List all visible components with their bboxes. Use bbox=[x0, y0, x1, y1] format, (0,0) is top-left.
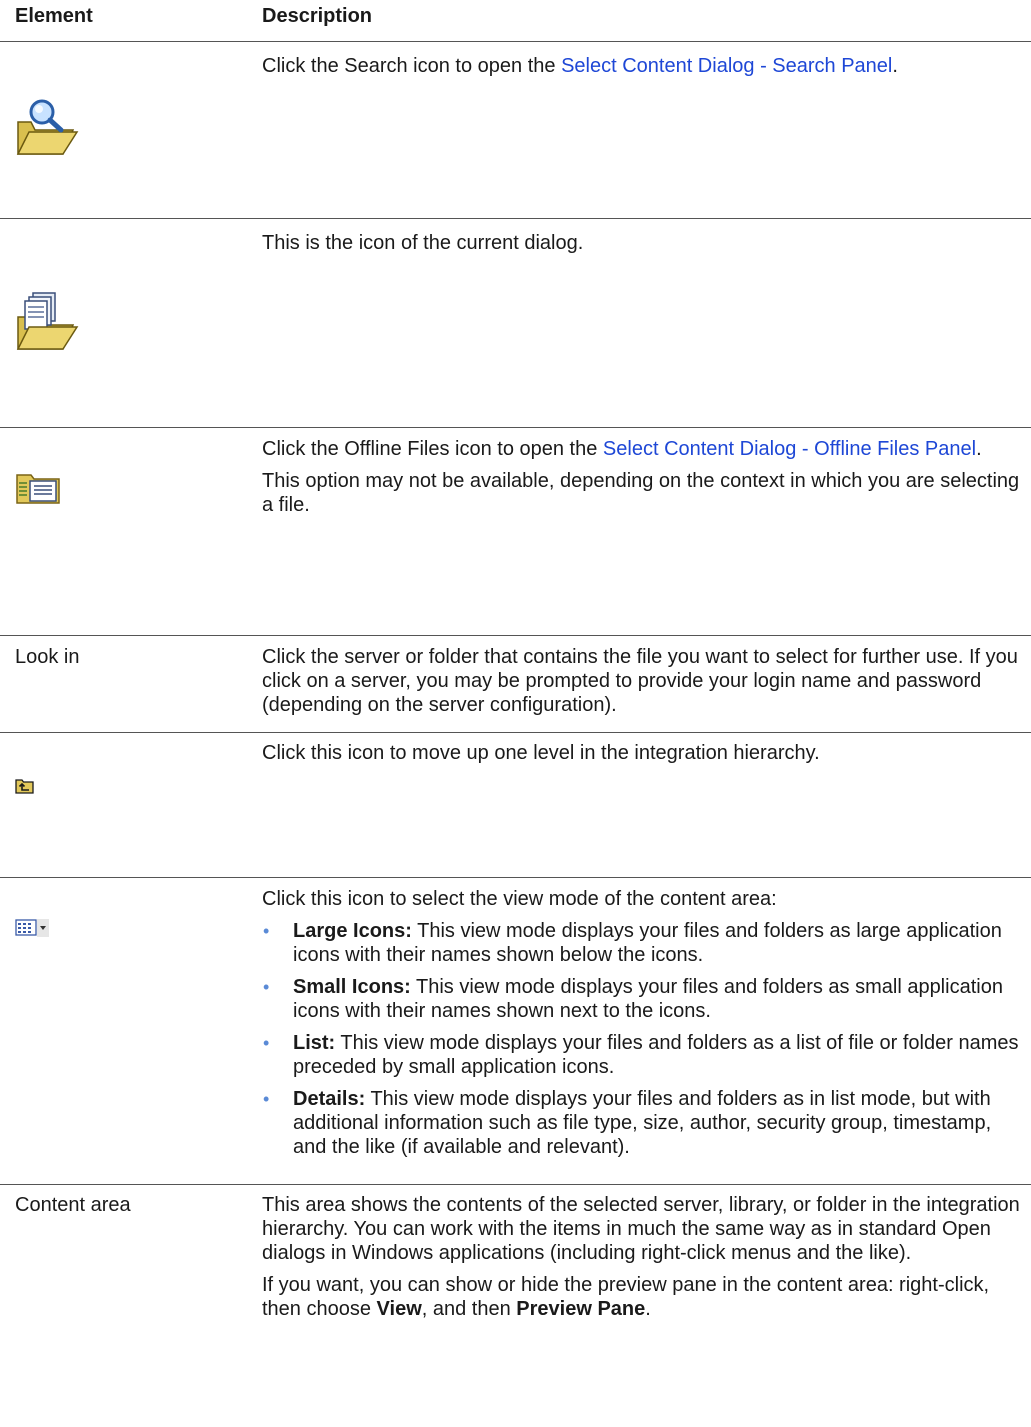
table-row: Look in Click the server or folder that … bbox=[0, 635, 1031, 733]
table-row: Click this icon to select the view mode … bbox=[0, 877, 1031, 1185]
list-item: • Large Icons: This view mode displays yo… bbox=[263, 920, 1002, 966]
description-text: This is the icon of the current dialog. bbox=[262, 232, 584, 254]
up-one-level-icon bbox=[15, 777, 35, 801]
table-row: Click this icon to move up one level in … bbox=[0, 732, 1031, 878]
description-note: If you want, you can show or hide the pr… bbox=[262, 1274, 990, 1320]
element-cell: Content area bbox=[0, 1185, 262, 1322]
list-item: • Details: This view mode displays your f… bbox=[263, 1088, 992, 1158]
view-mode-list: • Large Icons: This view mode displays yo… bbox=[262, 919, 1027, 1159]
description-text: Click this icon to select the view mode … bbox=[262, 888, 777, 910]
table-row: Click the Search icon to open the Select… bbox=[0, 41, 1031, 219]
element-cell bbox=[0, 427, 262, 636]
header-description: Description bbox=[262, 0, 1031, 42]
element-description-table: Element Description Click the Search ico… bbox=[0, 0, 1031, 1321]
description-text: Click this icon to move up one level in … bbox=[262, 742, 820, 764]
table-row: Click the Offline Files icon to open the… bbox=[0, 427, 1031, 636]
element-label: Content area bbox=[15, 1194, 131, 1216]
view-mode-icon bbox=[15, 919, 49, 943]
list-item: • List: This view mode displays your file… bbox=[263, 1032, 1019, 1078]
description-cell: Click the Search icon to open the Select… bbox=[262, 41, 1031, 219]
offline-files-icon bbox=[15, 471, 63, 511]
description-cell: This area shows the contents of the sele… bbox=[262, 1185, 1031, 1322]
description-text: Click the Offline Files icon to open the… bbox=[262, 438, 982, 460]
description-cell: Click the Offline Files icon to open the… bbox=[262, 427, 1031, 636]
description-cell: Click this icon to move up one level in … bbox=[262, 732, 1031, 878]
element-cell bbox=[0, 218, 262, 428]
header-element: Element bbox=[0, 0, 262, 42]
table-row: Content area This area shows the content… bbox=[0, 1185, 1031, 1322]
element-label: Look in bbox=[15, 646, 80, 668]
description-text: This area shows the contents of the sele… bbox=[262, 1194, 1020, 1264]
list-item: • Small Icons: This view mode displays yo… bbox=[263, 976, 1003, 1022]
description-note: This option may not be available, depend… bbox=[262, 470, 1020, 516]
current-dialog-folder-icon bbox=[15, 291, 79, 359]
element-cell bbox=[0, 732, 262, 878]
description-text: Click the server or folder that contains… bbox=[262, 646, 1018, 716]
description-cell: Click this icon to select the view mode … bbox=[262, 877, 1031, 1185]
element-cell bbox=[0, 877, 262, 1185]
table-row: This is the icon of the current dialog. bbox=[0, 218, 1031, 428]
description-cell: This is the icon of the current dialog. bbox=[262, 218, 1031, 428]
search-folder-icon bbox=[15, 96, 79, 164]
search-panel-link[interactable]: Select Content Dialog - Search Panel bbox=[561, 55, 892, 77]
offline-files-panel-link[interactable]: Select Content Dialog - Offline Files Pa… bbox=[603, 438, 976, 460]
element-cell bbox=[0, 41, 262, 219]
element-cell: Look in bbox=[0, 635, 262, 733]
description-text: Click the Search icon to open the Select… bbox=[262, 55, 898, 77]
description-cell: Click the server or folder that contains… bbox=[262, 635, 1031, 733]
